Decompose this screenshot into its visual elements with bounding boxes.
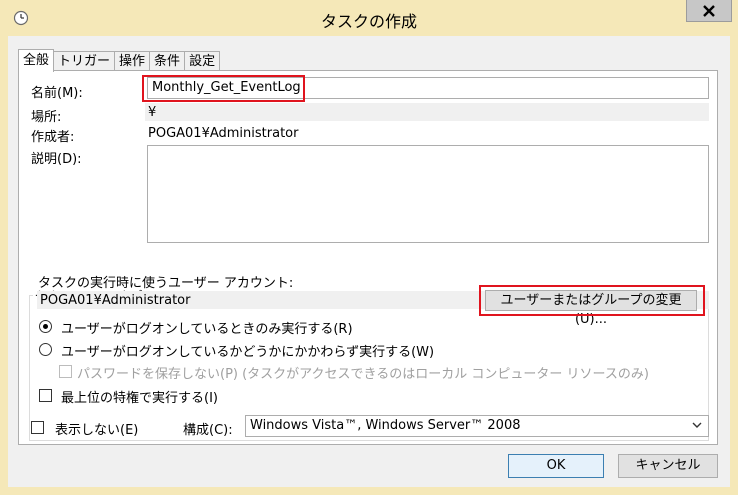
hidden-checkbox[interactable] [31, 421, 44, 434]
chevron-down-icon [692, 422, 702, 428]
radio-run-whether-logged-on-label[interactable]: ユーザーがログオンしているかどうかにかかわらず実行する(W) [61, 341, 434, 360]
configure-combobox[interactable]: Windows Vista™, Windows Server™ 2008 [245, 415, 709, 437]
location-label: 場所: [31, 110, 62, 125]
tab-triggers[interactable]: トリガー [54, 51, 116, 72]
highest-privileges-checkbox[interactable] [39, 389, 52, 402]
change-user-highlight-box [479, 285, 705, 316]
no-store-password-checkbox[interactable] [59, 365, 72, 378]
ok-button[interactable]: OK [508, 454, 604, 478]
close-icon [703, 4, 715, 17]
highest-privileges-label[interactable]: 最上位の特権で実行する(I) [61, 387, 218, 406]
cancel-button[interactable]: キャンセル [618, 454, 718, 478]
tab-strip: 全般 トリガー 操作 条件 設定 [18, 49, 221, 72]
description-label: 説明(D): [31, 152, 82, 167]
dialog-client-area: 全般 トリガー 操作 条件 設定 名前(M): Monthly_Get_Even… [8, 36, 730, 487]
configure-value: Windows Vista™, Windows Server™ 2008 [250, 418, 521, 433]
radio-run-logged-on[interactable] [39, 320, 52, 333]
tab-general[interactable]: 全般 [18, 49, 55, 72]
task-create-dialog: タスクの作成 全般 トリガー 操作 条件 設定 名前(M): Monthly_G… [0, 0, 738, 495]
author-label: 作成者: [31, 130, 75, 145]
hidden-label[interactable]: 表示しない(E) [55, 419, 138, 438]
author-value: POGA01¥Administrator [148, 126, 299, 141]
description-textarea[interactable] [147, 145, 709, 243]
location-value: ¥ [145, 103, 709, 121]
name-highlight-box [142, 75, 305, 102]
configure-label: 構成(C): [183, 423, 233, 438]
account-label: タスクの実行時に使うユーザー アカウント: [38, 276, 294, 291]
radio-run-logged-on-label[interactable]: ユーザーがログオンしているときのみ実行する(R) [61, 318, 353, 337]
general-tab-panel: 名前(M): Monthly_Get_EventLog 場所: ¥ 作成者: P… [18, 70, 718, 445]
window-title: タスクの作成 [320, 12, 417, 31]
radio-run-whether-logged-on[interactable] [39, 343, 52, 356]
close-button[interactable] [686, 0, 732, 22]
tab-conditions[interactable]: 条件 [150, 51, 186, 72]
tab-actions[interactable]: 操作 [115, 51, 151, 72]
title-bar[interactable]: タスクの作成 [0, 0, 738, 36]
name-label: 名前(M): [31, 86, 83, 101]
tab-settings[interactable]: 設定 [185, 51, 221, 72]
no-store-password-label[interactable]: パスワードを保存しない(P) (タスクがアクセスできるのはローカル コンピュータ… [77, 363, 649, 382]
